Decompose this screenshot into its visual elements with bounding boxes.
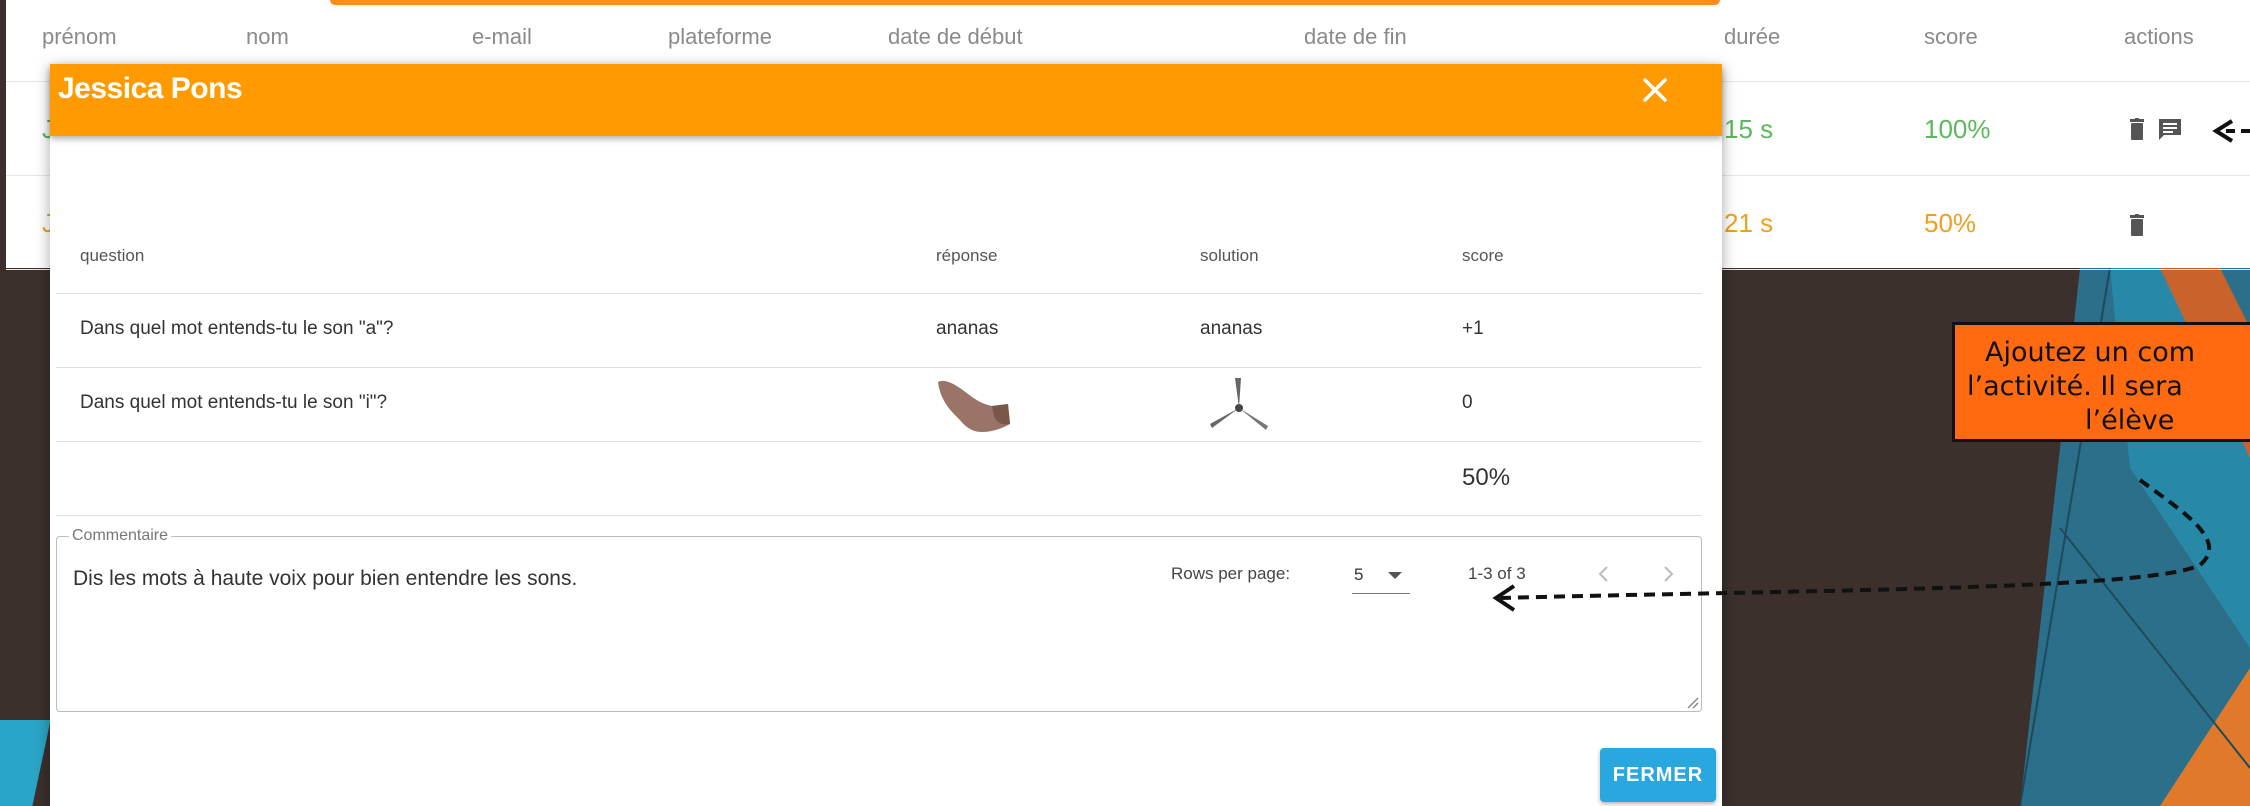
question-text: Dans quel mot entends-tu le son "a"?: [80, 318, 394, 339]
row-duree: 15 s: [1724, 114, 1774, 144]
solution-text: ananas: [1200, 318, 1263, 339]
comment-textarea[interactable]: Dis les mots à haute voix pour bien ente…: [73, 567, 1673, 591]
header-prenom[interactable]: prénom: [42, 24, 117, 50]
row-score: +1: [1462, 318, 1484, 339]
column-reponse: réponse: [936, 246, 998, 265]
dialog-header: Jessica Pons: [50, 64, 1722, 136]
propeller-image: [1210, 378, 1268, 430]
comment-label: Commentaire: [69, 527, 172, 545]
header-nom[interactable]: nom: [246, 24, 289, 50]
row-score: 50%: [1924, 208, 1977, 238]
header-duree[interactable]: durée: [1724, 24, 1780, 50]
resize-grip-icon[interactable]: [1685, 695, 1699, 709]
close-icon: [1643, 78, 1667, 102]
result-detail-dialog: Jessica Pons question réponse solution s…: [50, 64, 1722, 806]
fermer-button[interactable]: FERMER: [1600, 748, 1716, 802]
question-text: Dans quel mot entends-tu le son "i"?: [80, 392, 388, 413]
header-actions: actions: [2124, 24, 2194, 49]
callout-line-1: Ajoutez un com: [1985, 337, 2196, 368]
column-solution: solution: [1200, 246, 1259, 265]
trash-icon[interactable]: [2130, 214, 2144, 236]
trash-icon[interactable]: [2130, 118, 2144, 140]
header-email[interactable]: e-mail: [472, 24, 532, 50]
total-score: 50%: [1462, 464, 1511, 491]
orange-accent-strip: [330, 0, 1720, 5]
column-score: score: [1462, 246, 1504, 265]
answer-text: ananas: [936, 318, 999, 339]
comment-icon[interactable]: [2158, 118, 2182, 140]
close-button[interactable]: [1633, 68, 1677, 112]
row-duree: 21 s: [1724, 208, 1774, 238]
dialog-title: Jessica Pons: [58, 72, 243, 105]
header-date-fin[interactable]: date de fin: [1304, 24, 1407, 50]
foot-image: [938, 380, 1010, 432]
callout-line-3: l’élève: [2085, 405, 2175, 436]
row-score: 100%: [1924, 114, 1991, 144]
column-question: question: [80, 246, 145, 265]
instruction-callout: Ajoutez un com l’activité. Il sera l’élè…: [1952, 322, 2250, 442]
header-date-debut[interactable]: date de début: [888, 24, 1023, 50]
total-score-row: 50%: [56, 442, 1702, 516]
header-score[interactable]: score: [1924, 24, 1978, 50]
table-row: Dans quel mot entends-tu le son "a"? ana…: [56, 294, 1702, 368]
table-row: Dans quel mot entends-tu le son "i"? 0: [56, 368, 1702, 442]
row-score: 0: [1462, 392, 1473, 413]
header-plateforme[interactable]: plateforme: [668, 24, 772, 50]
callout-line-2: l’activité. Il sera: [1967, 371, 2183, 402]
comment-field[interactable]: Commentaire Dis les mots à haute voix po…: [56, 527, 1702, 712]
